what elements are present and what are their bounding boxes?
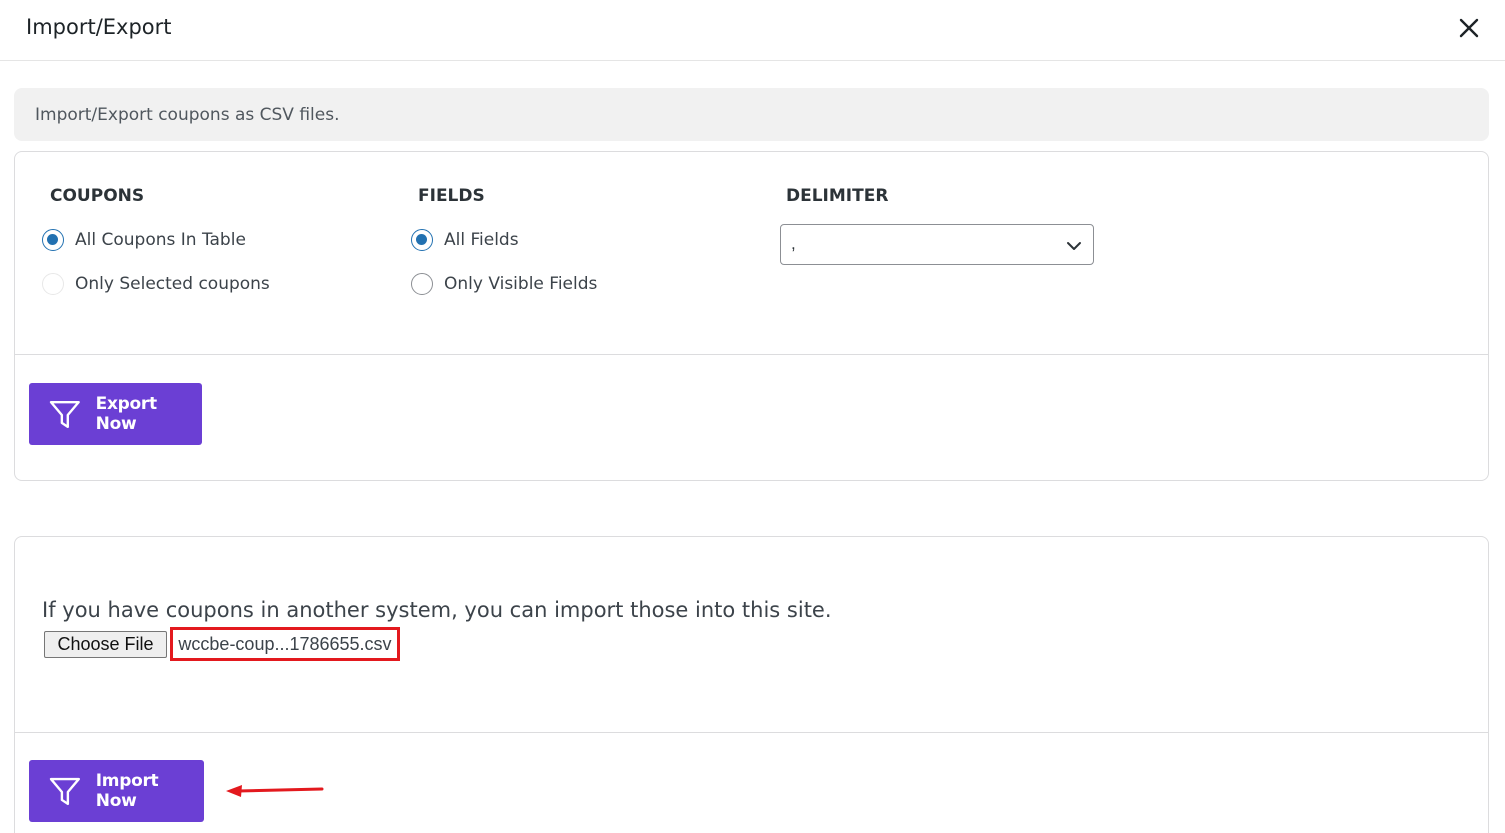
radio-label: Only Selected coupons <box>75 274 270 294</box>
radio-label: Only Visible Fields <box>444 274 598 294</box>
fields-heading: FIELDS <box>418 186 485 206</box>
coupons-heading: COUPONS <box>50 186 145 206</box>
modal-header: Import/Export <box>0 0 1505 61</box>
choose-file-button[interactable]: Choose File <box>44 631 167 658</box>
divider <box>15 732 1488 733</box>
info-notice: Import/Export coupons as CSV files. <box>14 88 1489 141</box>
filter-icon <box>49 400 80 429</box>
selected-file-name: wccbe-coup...1786655.csv <box>170 627 400 661</box>
export-now-button[interactable]: Export Now <box>29 383 202 445</box>
import-now-button[interactable]: Import Now <box>29 760 204 822</box>
radio-all-coupons[interactable]: All Coupons In Table <box>42 229 246 251</box>
radio-label: All Fields <box>444 230 519 250</box>
radio-button[interactable] <box>411 273 433 295</box>
radio-label: All Coupons In Table <box>75 230 246 250</box>
import-description: If you have coupons in another system, y… <box>42 598 832 622</box>
radio-visible-fields[interactable]: Only Visible Fields <box>411 273 597 295</box>
radio-button[interactable] <box>42 273 64 295</box>
radio-button[interactable] <box>42 229 64 251</box>
delimiter-heading: DELIMITER <box>786 186 889 206</box>
export-panel: COUPONS All Coupons In Table Only Select… <box>14 151 1489 481</box>
export-now-label: Export Now <box>95 394 157 434</box>
notice-text: Import/Export coupons as CSV files. <box>35 105 340 125</box>
radio-button[interactable] <box>411 229 433 251</box>
radio-selected-coupons[interactable]: Only Selected coupons <box>42 273 270 295</box>
close-icon[interactable] <box>1455 14 1483 42</box>
divider <box>15 354 1488 355</box>
filter-icon <box>49 777 80 806</box>
delimiter-value: , <box>791 234 796 253</box>
modal-title: Import/Export <box>26 15 172 39</box>
arrow-left-icon <box>226 785 324 797</box>
chevron-down-icon <box>1067 242 1081 250</box>
radio-all-fields[interactable]: All Fields <box>411 229 519 251</box>
delimiter-select[interactable]: , <box>780 224 1094 265</box>
import-now-label: Import Now <box>95 771 159 811</box>
